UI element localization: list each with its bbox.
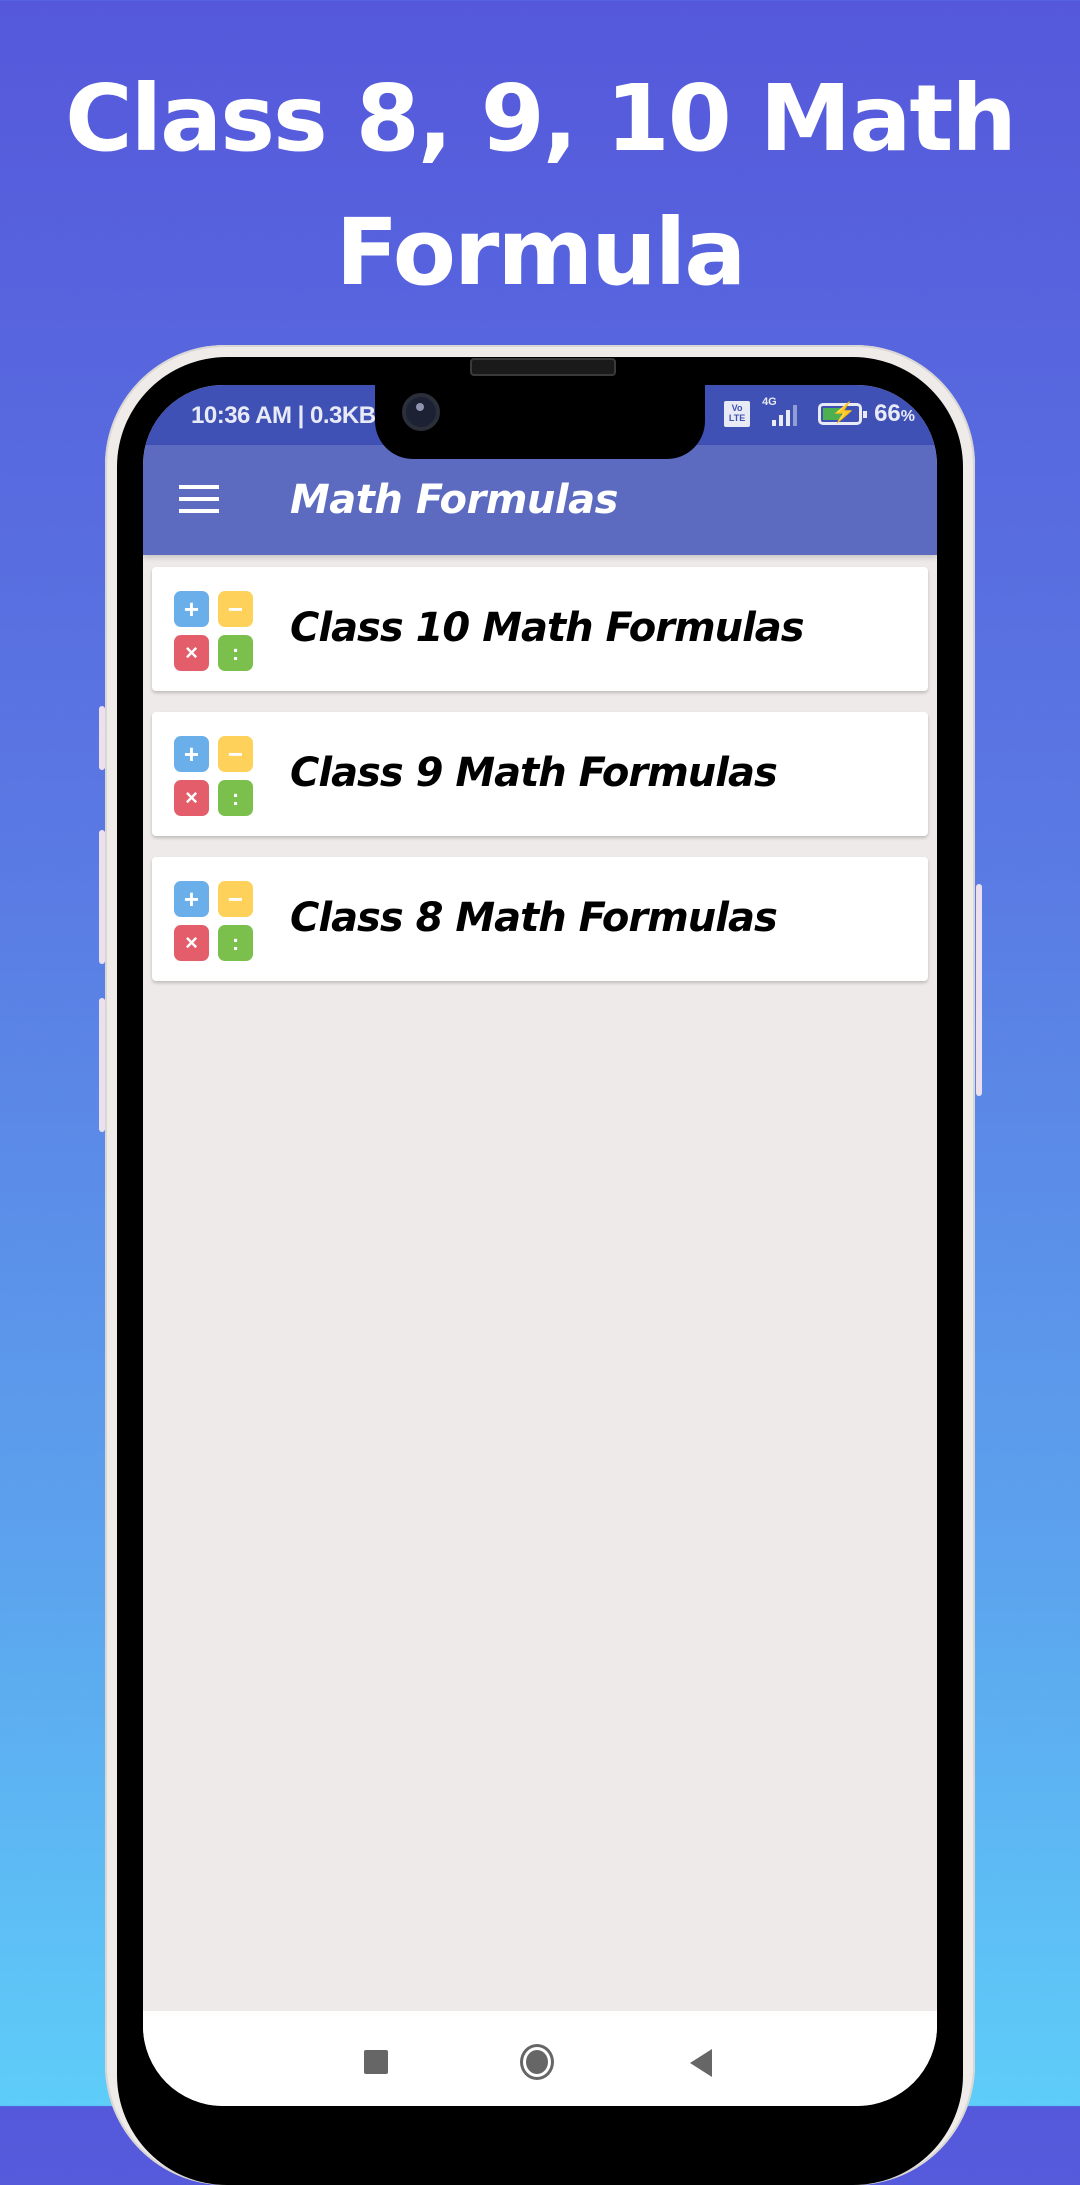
calculator-icon: + − × : <box>174 736 254 816</box>
signal-icon: 4G <box>762 396 806 428</box>
home-icon[interactable] <box>520 2044 554 2080</box>
volte-icon: Vo LTE <box>724 401 751 427</box>
list-item-label: Class 10 Math Formulas <box>290 605 805 651</box>
phone-screen: 10:36 AM | 0.3KB Vo LTE 4G ⚡ 66% Math For… <box>143 385 937 2106</box>
calculator-icon: + − × : <box>174 591 254 671</box>
battery-charging-icon: ⚡ <box>818 402 868 425</box>
phone-power-button <box>976 884 982 1096</box>
back-icon[interactable] <box>690 2049 712 2077</box>
recents-icon[interactable] <box>364 2050 388 2074</box>
promo-title-line-2: Formula <box>335 199 747 306</box>
battery-percent: 66% <box>874 400 915 427</box>
list-item-label: Class 8 Math Formulas <box>290 895 778 941</box>
app-bar: Math Formulas <box>143 445 937 555</box>
hamburger-menu-icon[interactable] <box>179 485 219 515</box>
status-icons: Vo LTE 4G ⚡ 66% <box>724 396 915 428</box>
list-item-class-9[interactable]: + − × : Class 9 Math Formulas <box>152 712 928 836</box>
phone-side-button-2 <box>99 830 105 964</box>
front-camera-icon <box>402 393 440 431</box>
system-navigation-bar <box>143 2011 937 2106</box>
promo-title: Class 8, 9, 10 Math Formula <box>0 52 1080 320</box>
calculator-icon: + − × : <box>174 881 254 961</box>
app-title: Math Formulas <box>290 477 618 523</box>
list-item-label: Class 9 Math Formulas <box>290 750 778 796</box>
list-item-class-10[interactable]: + − × : Class 10 Math Formulas <box>152 567 928 691</box>
promo-title-line-1: Class 8, 9, 10 Math <box>65 65 1017 172</box>
phone-side-button-1 <box>99 706 105 770</box>
status-time: 10:36 AM | 0.3KB <box>191 402 376 429</box>
phone-side-button-3 <box>99 998 105 1132</box>
phone-speaker <box>470 358 616 376</box>
formula-class-list: + − × : Class 10 Math Formulas + − × : C… <box>152 567 928 1002</box>
list-item-class-8[interactable]: + − × : Class 8 Math Formulas <box>152 857 928 981</box>
